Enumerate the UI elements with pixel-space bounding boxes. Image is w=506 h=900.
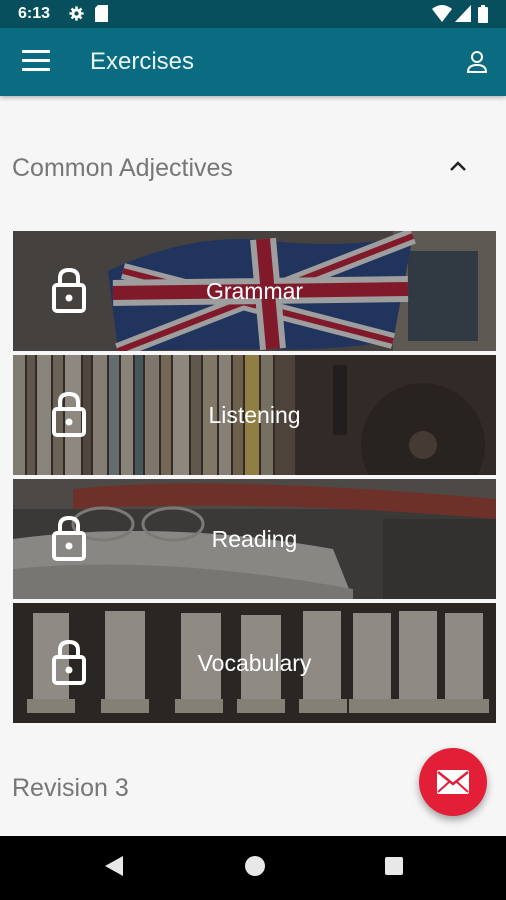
exercise-card-vocabulary[interactable]: Vocabulary: [13, 603, 496, 723]
signal-icon: [455, 5, 471, 22]
card-label: Grammar: [205, 277, 304, 304]
card-label: Reading: [211, 525, 298, 552]
exercise-card-listening[interactable]: Listening: [13, 355, 496, 475]
gear-icon: [69, 6, 84, 21]
back-icon[interactable]: [103, 854, 125, 878]
sd-card-icon: [95, 5, 108, 22]
recents-icon[interactable]: [384, 854, 404, 878]
page-title: Exercises: [90, 48, 195, 75]
mail-icon: [437, 770, 469, 794]
status-time: 6:13: [18, 5, 51, 22]
next-section-title[interactable]: Revision 3: [12, 774, 129, 803]
app-bar: Exercises: [0, 28, 506, 96]
hamburger-menu-icon[interactable]: [22, 50, 50, 76]
exercise-card-grammar[interactable]: Grammar: [13, 231, 496, 351]
mail-fab-button[interactable]: [419, 748, 487, 816]
home-icon[interactable]: [244, 854, 266, 878]
status-bar: 6:13: [0, 0, 506, 28]
exercise-card-reading[interactable]: Reading: [13, 479, 496, 599]
screen: 6:13 Exercises Common Adjectives Grammar…: [0, 0, 506, 900]
system-nav-bar: [0, 836, 506, 900]
card-label: Vocabulary: [197, 649, 312, 676]
person-icon[interactable]: [466, 50, 488, 74]
battery-icon: [478, 5, 488, 23]
section-title: Common Adjectives: [12, 154, 233, 182]
card-label: Listening: [208, 401, 301, 428]
content: Common Adjectives Grammar Listening Read…: [0, 96, 506, 836]
exercise-list: Grammar Listening Reading Vocabulary: [13, 231, 496, 727]
wifi-icon: [432, 5, 452, 22]
chevron-up-icon[interactable]: [446, 154, 470, 178]
